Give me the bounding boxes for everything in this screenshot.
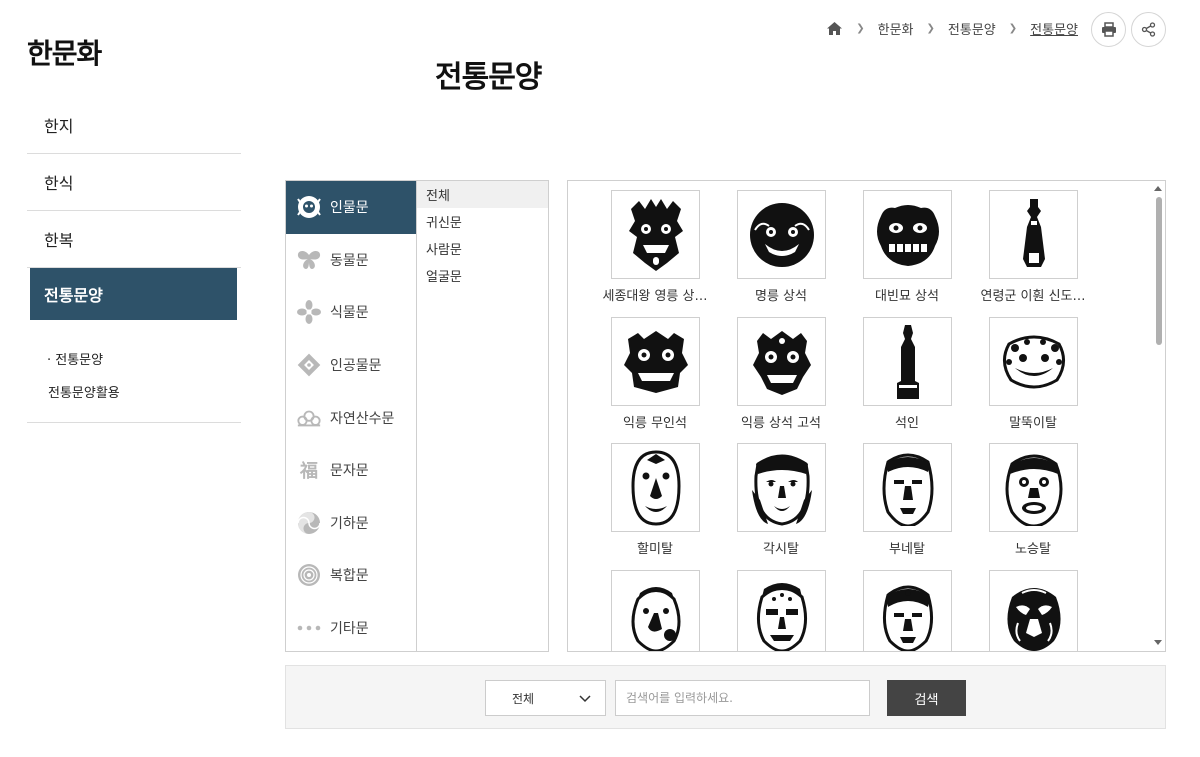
share-icon: [1141, 22, 1156, 37]
pattern-label: 노승탈: [1015, 542, 1051, 557]
chevron-down-icon: [579, 695, 591, 703]
pattern-thumbnail[interactable]: [989, 317, 1078, 406]
category-item-artifact[interactable]: 인공물문: [286, 339, 416, 392]
category-label: 복합문: [330, 568, 369, 585]
pattern-label: 연령군 이훤 신도…: [980, 289, 1086, 304]
pattern-thumbnail[interactable]: [737, 443, 826, 532]
category-item-figure[interactable]: 인물문: [286, 181, 416, 234]
category-label: 인공물문: [330, 358, 382, 375]
subcategory-list: 전체 귀신문 사람문 얼굴문: [417, 181, 548, 289]
category-item-composite[interactable]: 복합문: [286, 549, 416, 602]
print-icon: [1101, 22, 1116, 37]
side-menu-item-hanji[interactable]: 한지: [27, 97, 241, 154]
pattern-label: 부네탈: [889, 542, 925, 557]
search-bar: 전체 검색: [285, 665, 1166, 729]
pattern-thumbnail[interactable]: [989, 570, 1078, 651]
character-icon: 福: [300, 461, 318, 483]
print-button[interactable]: [1091, 12, 1126, 47]
pattern-thumbnail[interactable]: [737, 190, 826, 279]
category-item-character[interactable]: 福 문자문: [286, 444, 416, 497]
subcategory-item-ghost[interactable]: 귀신문: [417, 208, 548, 235]
pattern-thumbnail[interactable]: [863, 443, 952, 532]
category-item-other[interactable]: 기타문: [286, 602, 416, 655]
pattern-thumbnail[interactable]: [989, 190, 1078, 279]
search-input[interactable]: [615, 680, 870, 716]
category-item-animal[interactable]: 동물문: [286, 234, 416, 287]
side-submenu-item-pattern-usage[interactable]: 전통문양활용: [48, 382, 120, 401]
breadcrumb-current[interactable]: 전통문양: [1030, 19, 1078, 38]
category-label: 기타문: [330, 621, 369, 638]
category-item-plant[interactable]: 식물문: [286, 286, 416, 339]
pattern-label: 세종대왕 영릉 상…: [602, 289, 708, 304]
pattern-label: 대빈묘 상석: [875, 289, 939, 304]
pattern-label: 익릉 상석 고석: [740, 416, 822, 431]
page-title: 전통문양: [435, 60, 542, 95]
flower-icon: [296, 299, 322, 325]
category-label: 자연산수문: [330, 410, 395, 427]
category-item-nature[interactable]: 자연산수문: [286, 391, 416, 444]
side-menu-item-patterns[interactable]: 전통문양: [30, 268, 237, 320]
pattern-label: 명릉 상석: [755, 289, 807, 304]
pattern-thumbnail[interactable]: [863, 570, 952, 651]
category-label: 문자문: [330, 463, 369, 480]
side-menu-item-hanbok[interactable]: 한복: [27, 211, 241, 268]
category-panel: 인물문 동물문 식물문 인공물문 자연산수문 福 문자문 기하문 복합문 기타문…: [285, 180, 549, 652]
circle-pattern-icon: [296, 562, 322, 588]
butterfly-icon: [296, 247, 322, 273]
side-menu: 한지 한식 한복 전통문양: [27, 97, 241, 320]
category-label: 기하문: [330, 515, 369, 532]
side-menu-item-hansik[interactable]: 한식: [27, 154, 241, 211]
category-label: 인물문: [330, 200, 369, 217]
search-button[interactable]: 검색: [887, 680, 966, 716]
dots-icon: [296, 615, 322, 641]
scroll-up-arrow-icon[interactable]: [1154, 185, 1162, 191]
pattern-label: 할미탈: [637, 542, 673, 557]
breadcrumb-chevron-icon: ❯: [1008, 22, 1018, 34]
category-list: 인물문 동물문 식물문 인공물문 자연산수문 福 문자문 기하문 복합문 기타문: [286, 181, 417, 651]
category-label: 동물문: [330, 252, 369, 269]
search-scope-value: 전체: [512, 691, 535, 706]
face-pattern-icon: [296, 194, 322, 220]
pattern-label: 말뚝이탈: [1009, 416, 1057, 431]
side-submenu-item-patterns[interactable]: · 전통문양: [47, 349, 103, 368]
subcategory-item-face[interactable]: 얼굴문: [417, 262, 548, 289]
side-submenu: · 전통문양 전통문양활용: [27, 338, 241, 423]
pattern-label: 각시탈: [763, 542, 799, 557]
swirl-icon: [296, 510, 322, 536]
home-icon[interactable]: [826, 21, 843, 36]
category-item-geometric[interactable]: 기하문: [286, 497, 416, 550]
search-scope-select[interactable]: 전체: [485, 680, 606, 716]
subcategory-item-all[interactable]: 전체: [417, 181, 548, 208]
cloud-icon: [296, 405, 322, 431]
breadcrumb-item[interactable]: 한문화: [878, 19, 914, 38]
category-label: 식물문: [330, 305, 369, 322]
breadcrumb: ❯ 한문화 ❯ 전통문양 ❯ 전통문양: [826, 18, 1078, 38]
pattern-thumbnail[interactable]: [611, 443, 700, 532]
pattern-thumbnail[interactable]: [863, 190, 952, 279]
pattern-thumbnail[interactable]: [611, 570, 700, 651]
pattern-thumbnail[interactable]: [737, 317, 826, 406]
pattern-thumbnail[interactable]: [989, 443, 1078, 532]
diamond-pattern-icon: [296, 352, 322, 378]
scroll-down-arrow-icon[interactable]: [1154, 640, 1162, 646]
share-button[interactable]: [1131, 12, 1166, 47]
grid-scrollbar[interactable]: [1151, 181, 1165, 651]
pattern-thumbnail[interactable]: [737, 570, 826, 651]
pattern-grid: 세종대왕 영릉 상… 명릉 상석 대빈묘 상석 연령군 이훤 신도… 익릉 무인…: [567, 180, 1166, 652]
breadcrumb-item[interactable]: 전통문양: [948, 19, 996, 38]
pattern-thumbnail[interactable]: [611, 190, 700, 279]
subcategory-item-people[interactable]: 사람문: [417, 235, 548, 262]
site-title: 한문화: [27, 37, 102, 70]
pattern-label: 석인: [895, 416, 919, 431]
pattern-thumbnail[interactable]: [863, 317, 952, 406]
breadcrumb-chevron-icon: ❯: [856, 22, 865, 34]
pattern-label: 익릉 무인석: [623, 416, 687, 431]
breadcrumb-chevron-icon: ❯: [926, 22, 935, 34]
scrollbar-thumb[interactable]: [1156, 197, 1162, 345]
pattern-thumbnail[interactable]: [611, 317, 700, 406]
